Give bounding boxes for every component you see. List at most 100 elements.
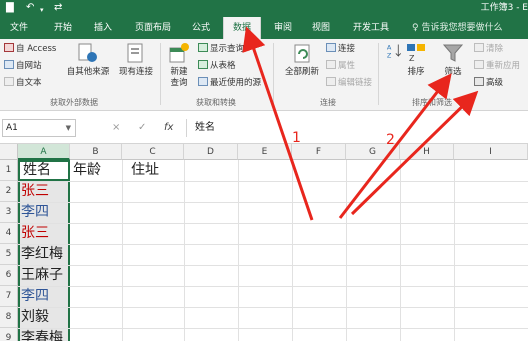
cancel-icon[interactable]: ×	[112, 121, 120, 135]
row-header-1[interactable]: 1	[0, 160, 18, 181]
from-text-button[interactable]: 自文本	[4, 77, 42, 89]
grid-line	[18, 307, 528, 308]
other-sources-label: 自其他来源	[66, 67, 110, 77]
window-title: 工作簿3 - E	[480, 3, 528, 13]
clear-filter-icon	[474, 43, 484, 52]
from-access-button[interactable]: 自 Access	[4, 43, 56, 55]
filter-button[interactable]: 筛选	[440, 42, 466, 78]
row-header-9[interactable]: 9	[0, 328, 18, 341]
tell-me-search[interactable]: ♀ 告诉我您想要做什么	[412, 17, 502, 39]
refresh-all-button[interactable]: 全部刷新	[280, 42, 324, 78]
name-box[interactable]: A1 ▼	[2, 119, 76, 137]
from-access-label: 自 Access	[16, 44, 57, 54]
ribbon-data: 自 Access 自网站 自文本 自其他来源 现有连接 获取外部数据 新建 查询…	[0, 39, 528, 111]
web-icon	[4, 60, 14, 69]
new-query-label: 新建 查询	[170, 67, 188, 88]
tab-view[interactable]: 视图	[306, 17, 336, 39]
sort-button[interactable]: Z 排序	[404, 42, 428, 78]
row-header-6[interactable]: 6	[0, 265, 18, 286]
cell-c1[interactable]: 住址	[128, 160, 159, 181]
new-query-button[interactable]: 新建 查询	[164, 42, 194, 89]
table-icon	[198, 60, 208, 69]
row-header-3[interactable]: 3	[0, 202, 18, 223]
cell-a2[interactable]: 张三	[18, 181, 49, 202]
svg-text:Z: Z	[387, 52, 392, 60]
column-header-h[interactable]: H	[400, 144, 454, 160]
column-header-b[interactable]: B	[70, 144, 122, 160]
row-header-4[interactable]: 4	[0, 223, 18, 244]
cell-b1[interactable]: 年龄	[70, 160, 101, 181]
undo-icon[interactable]: ↶	[26, 2, 34, 14]
group-separator	[160, 43, 161, 105]
existing-connections-icon	[127, 43, 143, 63]
column-header-d[interactable]: D	[184, 144, 238, 160]
annotation-number-2: 2	[386, 132, 395, 148]
cell-a1[interactable]: 姓名	[18, 160, 70, 181]
grid-line	[18, 286, 528, 287]
tab-formulas[interactable]: 公式	[186, 17, 216, 39]
sort-label: 排序	[407, 67, 425, 77]
tab-insert[interactable]: 插入	[88, 17, 118, 39]
tab-home[interactable]: 开始	[48, 17, 78, 39]
cell-a4[interactable]: 张三	[18, 223, 49, 244]
reapply-icon	[474, 60, 484, 69]
cell-a8[interactable]: 刘毅	[18, 307, 49, 328]
enter-icon[interactable]: ✓	[138, 121, 146, 135]
cell-a5[interactable]: 李红梅	[18, 244, 63, 265]
reapply-button[interactable]: 重新应用	[474, 60, 520, 72]
sort-az-button[interactable]: AZ	[384, 42, 406, 63]
cell-a9[interactable]: 李春梅	[18, 328, 63, 341]
chevron-down-icon[interactable]: ▼	[66, 120, 71, 136]
select-all-corner[interactable]	[0, 144, 18, 160]
connections-button[interactable]: 连接	[326, 43, 355, 55]
edit-links-icon	[326, 77, 336, 86]
refresh-icon	[294, 44, 310, 63]
column-header-a[interactable]: A	[18, 144, 70, 160]
sort-az-icon: AZ	[387, 43, 402, 60]
tab-page-layout[interactable]: 页面布局	[128, 17, 178, 39]
svg-text:Z: Z	[409, 54, 415, 63]
grid-line	[18, 328, 528, 329]
cell-a3[interactable]: 李四	[18, 202, 49, 223]
edit-links-button[interactable]: 编辑链接	[326, 77, 372, 89]
tab-developer[interactable]: 开发工具	[346, 17, 396, 39]
row-header-2[interactable]: 2	[0, 181, 18, 202]
connections-label: 连接	[338, 44, 356, 54]
grid-line	[18, 202, 528, 203]
recent-sources-button[interactable]: 最近使用的源	[198, 77, 261, 89]
grid-line	[18, 244, 528, 245]
column-header-f[interactable]: F	[292, 144, 346, 160]
worksheet-grid[interactable]: A B C D E F G H I 1 2 3 4 5 6 7 8 9 姓名 年…	[0, 144, 528, 341]
cell-a6[interactable]: 王麻子	[18, 265, 63, 286]
svg-text:A: A	[387, 43, 392, 51]
advanced-filter-label: 高级	[486, 78, 504, 88]
clear-filter-button[interactable]: 清除	[474, 43, 503, 55]
insert-function-icon[interactable]: fx	[164, 121, 173, 135]
from-web-button[interactable]: 自网站	[4, 60, 42, 72]
grid-line	[18, 223, 528, 224]
row-header-7[interactable]: 7	[0, 286, 18, 307]
undo-dropdown-icon[interactable]: ▾	[40, 4, 44, 16]
properties-button[interactable]: 属性	[326, 60, 355, 72]
other-sources-button[interactable]: 自其他来源	[64, 42, 112, 78]
tab-review[interactable]: 审阅	[268, 17, 298, 39]
show-queries-button[interactable]: 显示查询	[198, 43, 244, 55]
existing-connections-button[interactable]: 现有连接	[116, 42, 156, 78]
advanced-filter-button[interactable]: 高级	[474, 77, 503, 89]
from-table-button[interactable]: 从表格	[198, 60, 236, 72]
column-header-i[interactable]: I	[454, 144, 528, 160]
save-icon[interactable]: ▇	[6, 2, 14, 14]
column-header-e[interactable]: E	[238, 144, 292, 160]
formula-input[interactable]: 姓名	[186, 119, 526, 137]
row-header-5[interactable]: 5	[0, 244, 18, 265]
edit-links-label: 编辑链接	[338, 78, 373, 88]
tab-data[interactable]: 数据	[223, 17, 261, 39]
row-header-8[interactable]: 8	[0, 307, 18, 328]
text-file-icon	[4, 77, 14, 86]
recent-sources-label: 最近使用的源	[210, 78, 262, 88]
redo-icon[interactable]: ⇄	[54, 2, 62, 14]
cell-a7[interactable]: 李四	[18, 286, 49, 307]
tab-file[interactable]: 文件	[4, 17, 34, 39]
recent-sources-icon	[198, 77, 208, 86]
column-header-c[interactable]: C	[122, 144, 184, 160]
